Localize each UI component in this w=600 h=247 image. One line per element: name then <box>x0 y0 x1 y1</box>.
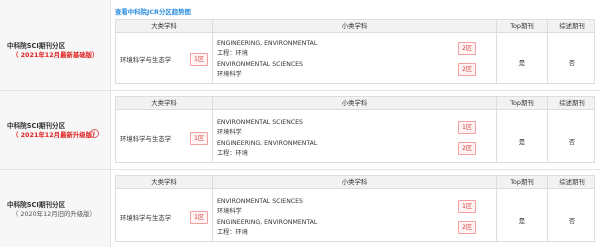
header-top: Top期刊 <box>510 99 534 107</box>
minor-subject-en: ENVIRONMENTAL SCIENCES <box>217 119 303 126</box>
partition-row-3: 中科院SCI期刊分区 （ 2020年12月旧的升级版） 大类学科 小类学科 To… <box>0 170 600 247</box>
table-header: 大类学科 小类学科 Top期刊 综述期刊 <box>116 97 594 110</box>
minor-zone-badge: 1区 <box>458 121 477 134</box>
review-journal-value: 否 <box>568 138 576 146</box>
column-divider <box>496 176 497 241</box>
major-subject: 环境科学与生态学 <box>120 56 172 64</box>
column-divider <box>496 97 497 162</box>
review-journal-value: 否 <box>568 59 576 67</box>
column-divider <box>212 20 213 83</box>
row-title: 中科院SCI期刊分区 <box>7 42 66 50</box>
minor-subject-cn: 工程：环境 <box>217 229 248 236</box>
table-header: 大类学科 小类学科 Top期刊 综述期刊 <box>116 176 594 189</box>
minor-subject-en: ENVIRONMENTAL SCIENCES <box>217 198 303 205</box>
header-review: 综述期刊 <box>559 99 585 107</box>
row-title: 中科院SCI期刊分区 <box>7 122 66 130</box>
jcr-trend-link[interactable]: 查看中科院JCR分区趋势图 <box>115 7 191 16</box>
header-minor: 小类学科 <box>341 99 368 107</box>
major-subject: 环境科学与生态学 <box>120 135 172 143</box>
row-title: 中科院SCI期刊分区 <box>7 201 66 209</box>
minor-subject-cn: 工程：环境 <box>217 150 248 157</box>
minor-subject-cn: 环境科学 <box>217 208 242 215</box>
minor-zone-badge: 2区 <box>458 63 477 76</box>
panel-divider <box>110 0 111 247</box>
header-review: 综述期刊 <box>559 178 585 186</box>
column-divider <box>212 97 213 162</box>
column-divider <box>496 20 497 83</box>
partition-row-1: 中科院SCI期刊分区 （ 2021年12月最新基础版） 查看中科院JCR分区趋势… <box>0 0 600 90</box>
partition-table-3: 大类学科 小类学科 Top期刊 综述期刊 环境科学与生态学 1区 ENVIRON… <box>115 175 595 242</box>
minor-zone-badge: 1区 <box>458 200 477 213</box>
column-divider <box>547 97 548 162</box>
minor-subject-en: ENVIRONMENTAL SCIENCES <box>217 61 303 68</box>
partition-table-1: 大类学科 小类学科 Top期刊 综述期刊 环境科学与生态学 1区 ENGINEE… <box>115 19 595 84</box>
minor-subject-cn: 工程：环境 <box>217 50 248 57</box>
row-subtitle: （ 2021年12月最新升级版） <box>12 131 99 139</box>
header-major: 大类学科 <box>151 99 177 107</box>
column-divider <box>212 176 213 241</box>
column-divider <box>547 20 548 83</box>
header-review: 综述期刊 <box>559 22 585 30</box>
header-minor: 小类学科 <box>341 178 368 186</box>
major-subject: 环境科学与生态学 <box>120 214 172 222</box>
header-minor: 小类学科 <box>341 22 368 30</box>
minor-subject-cn: 环境科学 <box>217 129 242 136</box>
table-header: 大类学科 小类学科 Top期刊 综述期刊 <box>116 20 594 33</box>
major-zone-badge: 1区 <box>190 211 209 224</box>
partition-table-2: 大类学科 小类学科 Top期刊 综述期刊 环境科学与生态学 1区 ENVIRON… <box>115 96 595 163</box>
column-divider <box>547 176 548 241</box>
header-top: Top期刊 <box>510 22 534 30</box>
header-top: Top期刊 <box>510 178 534 186</box>
minor-subject-en: ENGINEERING, ENVIRONMENTAL <box>217 140 318 147</box>
row-subtitle: （ 2021年12月最新基础版） <box>12 51 99 59</box>
minor-subject-cn: 环境科学 <box>217 71 242 78</box>
minor-zone-badge: 2区 <box>458 142 477 155</box>
minor-subject-en: ENGINEERING, ENVIRONMENTAL <box>217 219 318 226</box>
minor-zone-badge: 2区 <box>458 42 477 55</box>
row-subtitle: （ 2020年12月旧的升级版） <box>12 210 96 218</box>
header-major: 大类学科 <box>151 178 177 186</box>
header-major: 大类学科 <box>151 22 177 30</box>
major-zone-badge: 1区 <box>190 132 209 145</box>
top-journal-value: 是 <box>518 59 526 67</box>
minor-zone-badge: 2区 <box>458 221 477 234</box>
review-journal-value: 否 <box>568 217 576 225</box>
partition-row-2: 中科院SCI期刊分区 （ 2021年12月最新升级版） i 大类学科 小类学科 … <box>0 91 600 169</box>
top-journal-value: 是 <box>518 217 526 225</box>
top-journal-value: 是 <box>518 138 526 146</box>
minor-subject-en: ENGINEERING, ENVIRONMENTAL <box>217 40 318 47</box>
major-zone-badge: 1区 <box>190 53 209 66</box>
info-icon[interactable]: i <box>90 129 99 138</box>
